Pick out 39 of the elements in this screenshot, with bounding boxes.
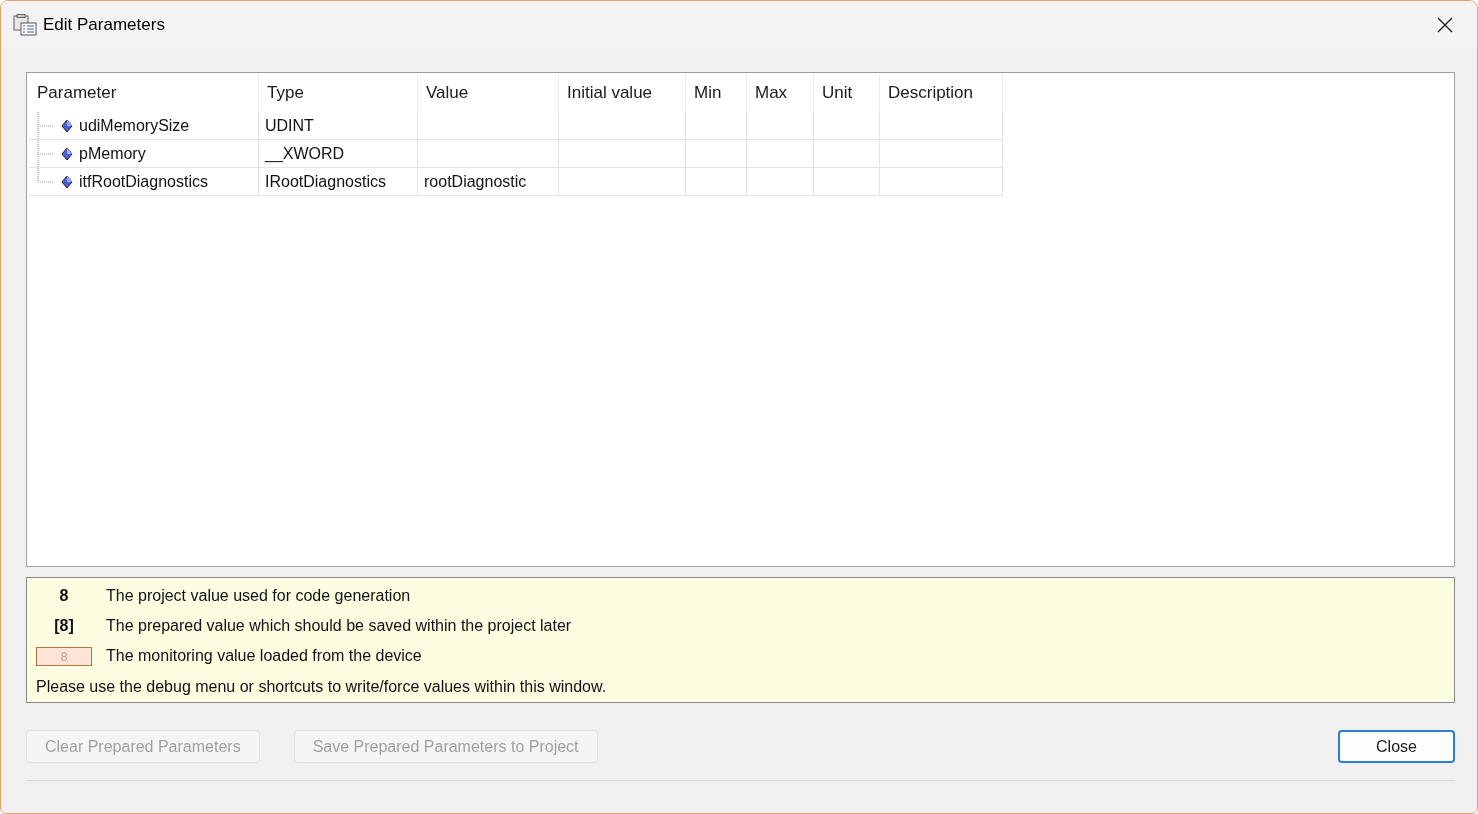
table-cell: rootDiagnostic	[418, 168, 559, 196]
table-cell	[686, 112, 747, 140]
column-header[interactable]: Unit	[814, 74, 880, 112]
close-icon	[1437, 16, 1453, 33]
dialog-button[interactable]: Close	[1338, 730, 1455, 763]
legend-text: The project value used for code generation	[106, 587, 411, 605]
column-header[interactable]: Parameter	[29, 74, 259, 112]
table-cell	[747, 112, 814, 140]
tree-connector-line	[37, 112, 55, 139]
value-sample: 8	[58, 587, 70, 605]
column-header[interactable]: Initial value	[559, 74, 686, 112]
table-cell	[686, 140, 747, 168]
legend-text: The monitoring value loaded from the device	[106, 647, 422, 665]
column-header[interactable]: Max	[747, 74, 814, 112]
table-cell: __XWORD	[259, 140, 418, 168]
table-cell	[814, 168, 880, 196]
parameter-list-icon	[13, 13, 37, 36]
table-cell	[686, 168, 747, 196]
parameter-name: pMemory	[79, 144, 146, 163]
column-header[interactable]: Description	[880, 74, 1003, 112]
table-cell: UDINT	[259, 112, 418, 140]
table-cell	[747, 168, 814, 196]
column-header[interactable]: Value	[418, 74, 559, 112]
table-cell	[814, 140, 880, 168]
table-cell	[747, 140, 814, 168]
value-sample: [8]	[53, 617, 75, 635]
parameter-name: itfRootDiagnostics	[79, 172, 208, 191]
variable-icon	[61, 174, 73, 189]
table-cell	[814, 112, 880, 140]
variable-icon	[61, 146, 73, 161]
parameter-name: udiMemorySize	[79, 116, 190, 135]
variable-icon	[61, 118, 73, 133]
table-cell: IRootDiagnostics	[259, 168, 418, 196]
window-title: Edit Parameters	[43, 14, 166, 35]
column-header[interactable]: Min	[686, 74, 747, 112]
column-header[interactable]: Type	[259, 74, 418, 112]
value-sample: 8	[36, 646, 92, 666]
help-note: Please use the debug menu or shortcuts to write/force values within this window.	[36, 677, 608, 697]
legend-text: The prepared value which should be saved within the project later	[106, 617, 572, 635]
